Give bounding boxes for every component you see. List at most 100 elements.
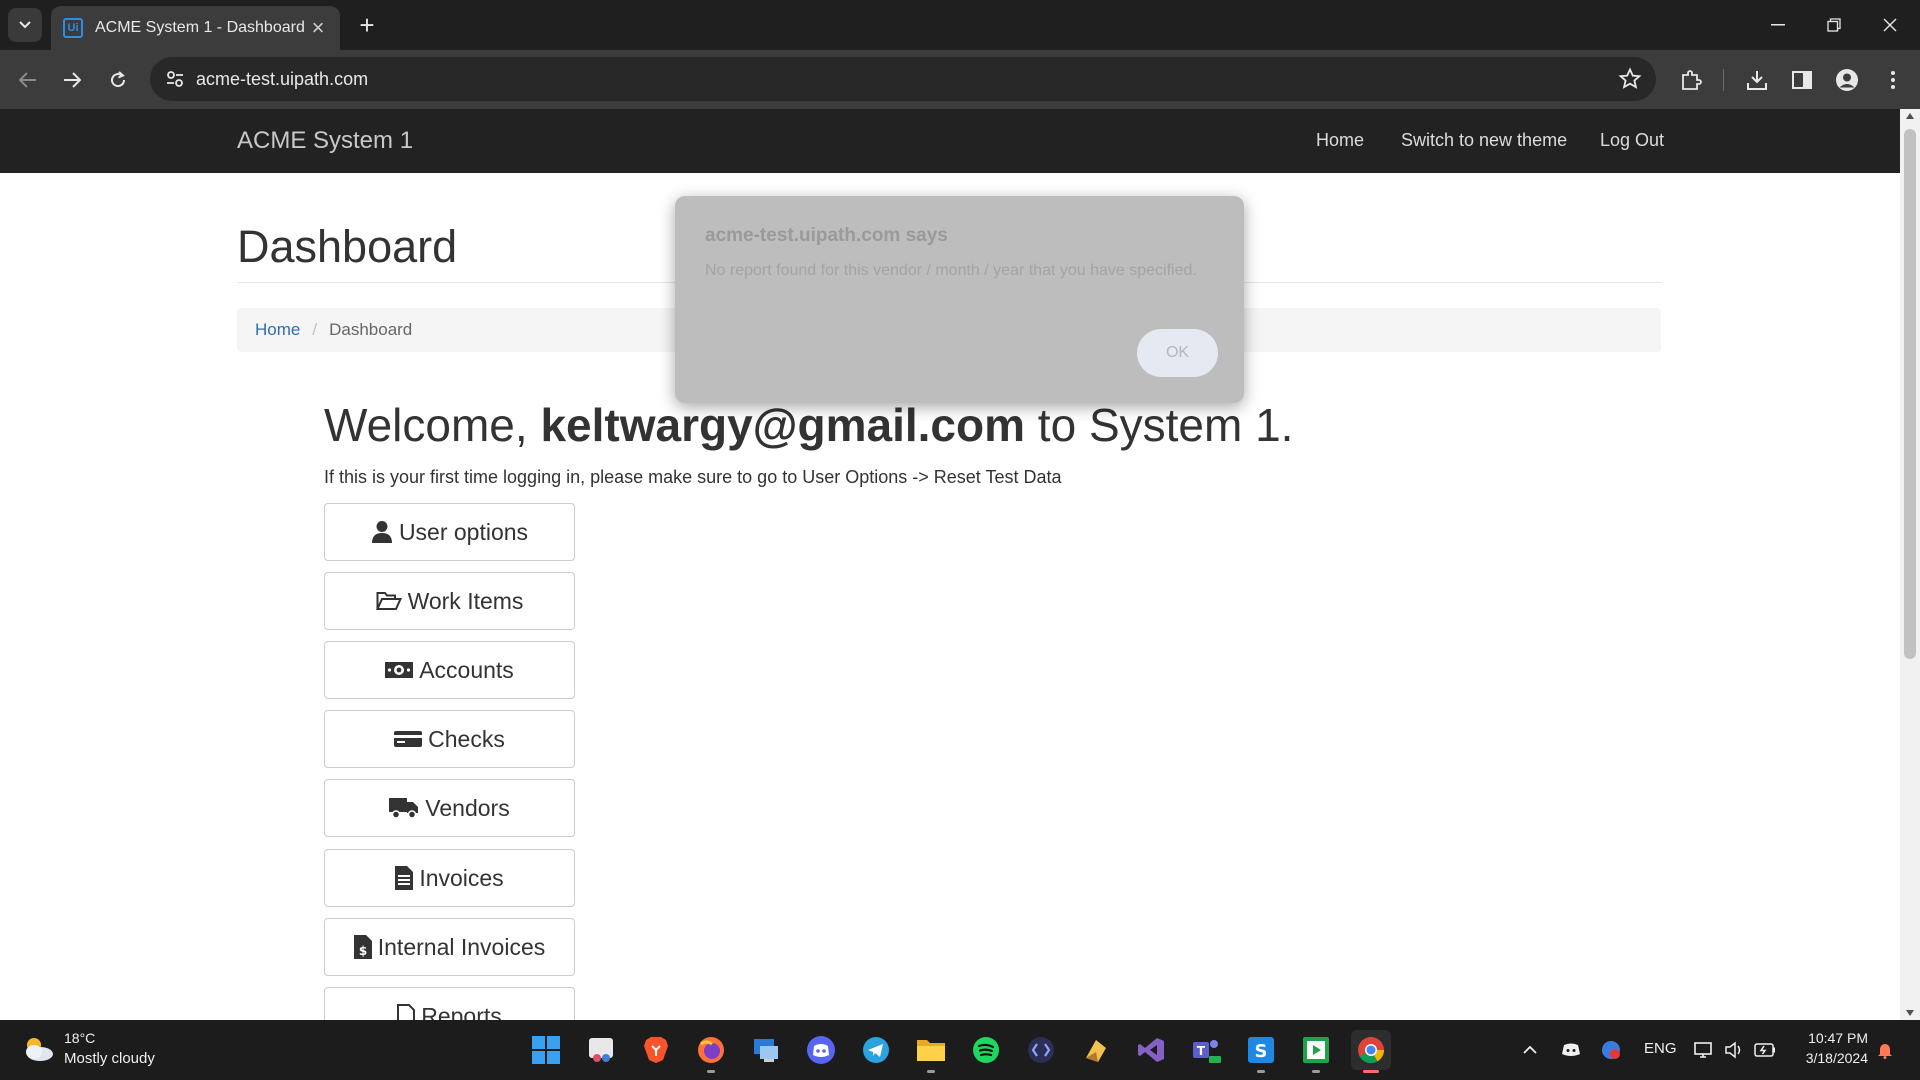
tray-app[interactable] [1600, 1039, 1622, 1061]
close-window-button[interactable] [1862, 0, 1918, 50]
svg-text:T: T [1197, 1044, 1206, 1058]
bell-icon [1878, 1044, 1892, 1059]
dev-tool-icon [1028, 1037, 1054, 1063]
new-tab-button[interactable]: + [351, 9, 383, 41]
running-indicator [927, 1070, 935, 1073]
discord-icon [807, 1036, 835, 1064]
back-button[interactable] [10, 62, 46, 98]
tray-discord[interactable] [1560, 1039, 1582, 1061]
volume-icon [1725, 1041, 1741, 1059]
work-items-button[interactable]: Work Items [324, 572, 575, 630]
dialog-message: No report found for this vendor / month … [705, 262, 1197, 279]
checks-button[interactable]: Checks [324, 710, 575, 768]
network-icon [1694, 1042, 1712, 1058]
tray-app-icon [1602, 1041, 1620, 1059]
app-icon [1086, 1040, 1106, 1062]
taskbar-teams[interactable]: T [1186, 1030, 1226, 1070]
truck-icon [389, 798, 419, 819]
firefox-icon [698, 1037, 724, 1063]
running-indicator [707, 1070, 715, 1073]
user-options-button[interactable]: User options [324, 503, 575, 561]
input-language[interactable]: ENG [1644, 1040, 1677, 1057]
snipping-tool-icon [589, 1038, 613, 1062]
taskbar-visual-studio[interactable] [1131, 1030, 1171, 1070]
first-login-hint: If this is your first time logging in, p… [324, 467, 1062, 487]
vendors-button[interactable]: Vendors [324, 779, 575, 837]
reload-button[interactable] [100, 62, 136, 98]
nav-switch-theme-link[interactable]: Switch to new theme [1401, 130, 1567, 151]
taskbar-snipping-tool[interactable] [581, 1030, 621, 1070]
minimize-icon [1771, 24, 1785, 26]
reports-button[interactable]: Reports [324, 987, 575, 1020]
taskbar-discord[interactable] [801, 1030, 841, 1070]
puzzle-icon [1682, 70, 1702, 90]
site-brand[interactable]: ACME System 1 [237, 127, 413, 155]
tab-search-button[interactable] [8, 8, 42, 42]
cloudy-weather-icon[interactable] [20, 1034, 56, 1064]
clock-time[interactable]: 10:47 PM [1796, 1030, 1868, 1046]
extensions-button[interactable] [1677, 66, 1705, 94]
taskbar-file-explorer[interactable] [911, 1030, 951, 1073]
nav-home-link[interactable]: Home [1316, 130, 1364, 151]
tray-volume[interactable] [1723, 1039, 1745, 1061]
close-icon [1883, 18, 1897, 32]
running-indicator [1257, 1070, 1265, 1073]
close-tab-icon[interactable]: × [308, 15, 328, 41]
work-items-label: Work Items [407, 587, 524, 614]
weather-description[interactable]: Mostly cloudy [64, 1050, 155, 1067]
taskbar-app[interactable] [1076, 1030, 1116, 1070]
breadcrumb-separator: / [312, 320, 318, 339]
dialog-ok-button[interactable]: OK [1137, 329, 1218, 377]
nav-logout-link[interactable]: Log Out [1600, 130, 1664, 151]
address-bar[interactable]: acme-test.uipath.com [150, 57, 1656, 101]
browser-menu-button[interactable] [1879, 66, 1907, 94]
invoices-button[interactable]: Invoices [324, 849, 575, 907]
alert-dialog: acme-test.uipath.com says No report foun… [675, 196, 1244, 403]
site-navbar: ACME System 1 Home Switch to new theme L… [0, 109, 1900, 173]
bookmark-star-icon[interactable] [1618, 67, 1642, 91]
taskbar-remote-desktop[interactable] [746, 1030, 786, 1070]
restore-button[interactable] [1806, 0, 1862, 50]
taskbar-telegram[interactable] [856, 1030, 896, 1070]
taskbar-firefox[interactable] [691, 1030, 731, 1073]
taskbar-spotify[interactable] [966, 1030, 1006, 1070]
browser-tab-active[interactable]: Ui ACME System 1 - Dashboard × [51, 6, 340, 50]
visual-studio-icon [1138, 1038, 1164, 1062]
scroll-thumb[interactable] [1904, 129, 1916, 659]
file-text-icon [395, 866, 414, 890]
taskbar-brave[interactable] [636, 1030, 676, 1070]
accounts-button[interactable]: Accounts [324, 641, 575, 699]
tray-battery[interactable] [1754, 1039, 1776, 1061]
breadcrumb-current: Dashboard [329, 320, 413, 339]
tray-network[interactable] [1693, 1039, 1715, 1061]
scroll-up-arrow-icon[interactable] [1906, 113, 1914, 119]
user-options-label: User options [398, 518, 529, 545]
taskbar-media-app[interactable] [1296, 1030, 1336, 1073]
taskbar-dev-tool[interactable] [1021, 1030, 1061, 1070]
internal-invoices-button[interactable]: $ Internal Invoices [324, 918, 575, 976]
taskbar-s-app[interactable]: S [1241, 1030, 1281, 1073]
site-info-icon[interactable] [164, 68, 186, 90]
downloads-button[interactable] [1743, 66, 1771, 94]
breadcrumb-home-link[interactable]: Home [255, 320, 300, 340]
notifications-button[interactable] [1874, 1039, 1896, 1061]
show-hidden-icons-button[interactable] [1519, 1039, 1541, 1061]
weather-temperature[interactable]: 18°C [64, 1030, 95, 1046]
download-icon [1747, 71, 1767, 90]
invoices-label: Invoices [419, 864, 504, 891]
arrow-left-icon [19, 72, 36, 88]
taskbar-chrome[interactable] [1351, 1030, 1391, 1073]
clock-date[interactable]: 3/18/2024 [1796, 1050, 1868, 1066]
forward-button[interactable] [54, 62, 90, 98]
page-scrollbar[interactable] [1900, 109, 1920, 1020]
start-button[interactable] [526, 1030, 566, 1070]
brave-icon [644, 1037, 668, 1063]
welcome-heading: Welcome, keltwargy@gmail.com to System 1… [324, 398, 1293, 452]
minimize-button[interactable] [1750, 0, 1806, 50]
profile-button[interactable] [1833, 66, 1861, 94]
side-panel-button[interactable] [1788, 66, 1816, 94]
scroll-down-arrow-icon[interactable] [1906, 1010, 1914, 1016]
url-text: acme-test.uipath.com [196, 69, 369, 89]
chrome-icon [1358, 1037, 1385, 1064]
welcome-prefix: Welcome, [324, 399, 541, 451]
